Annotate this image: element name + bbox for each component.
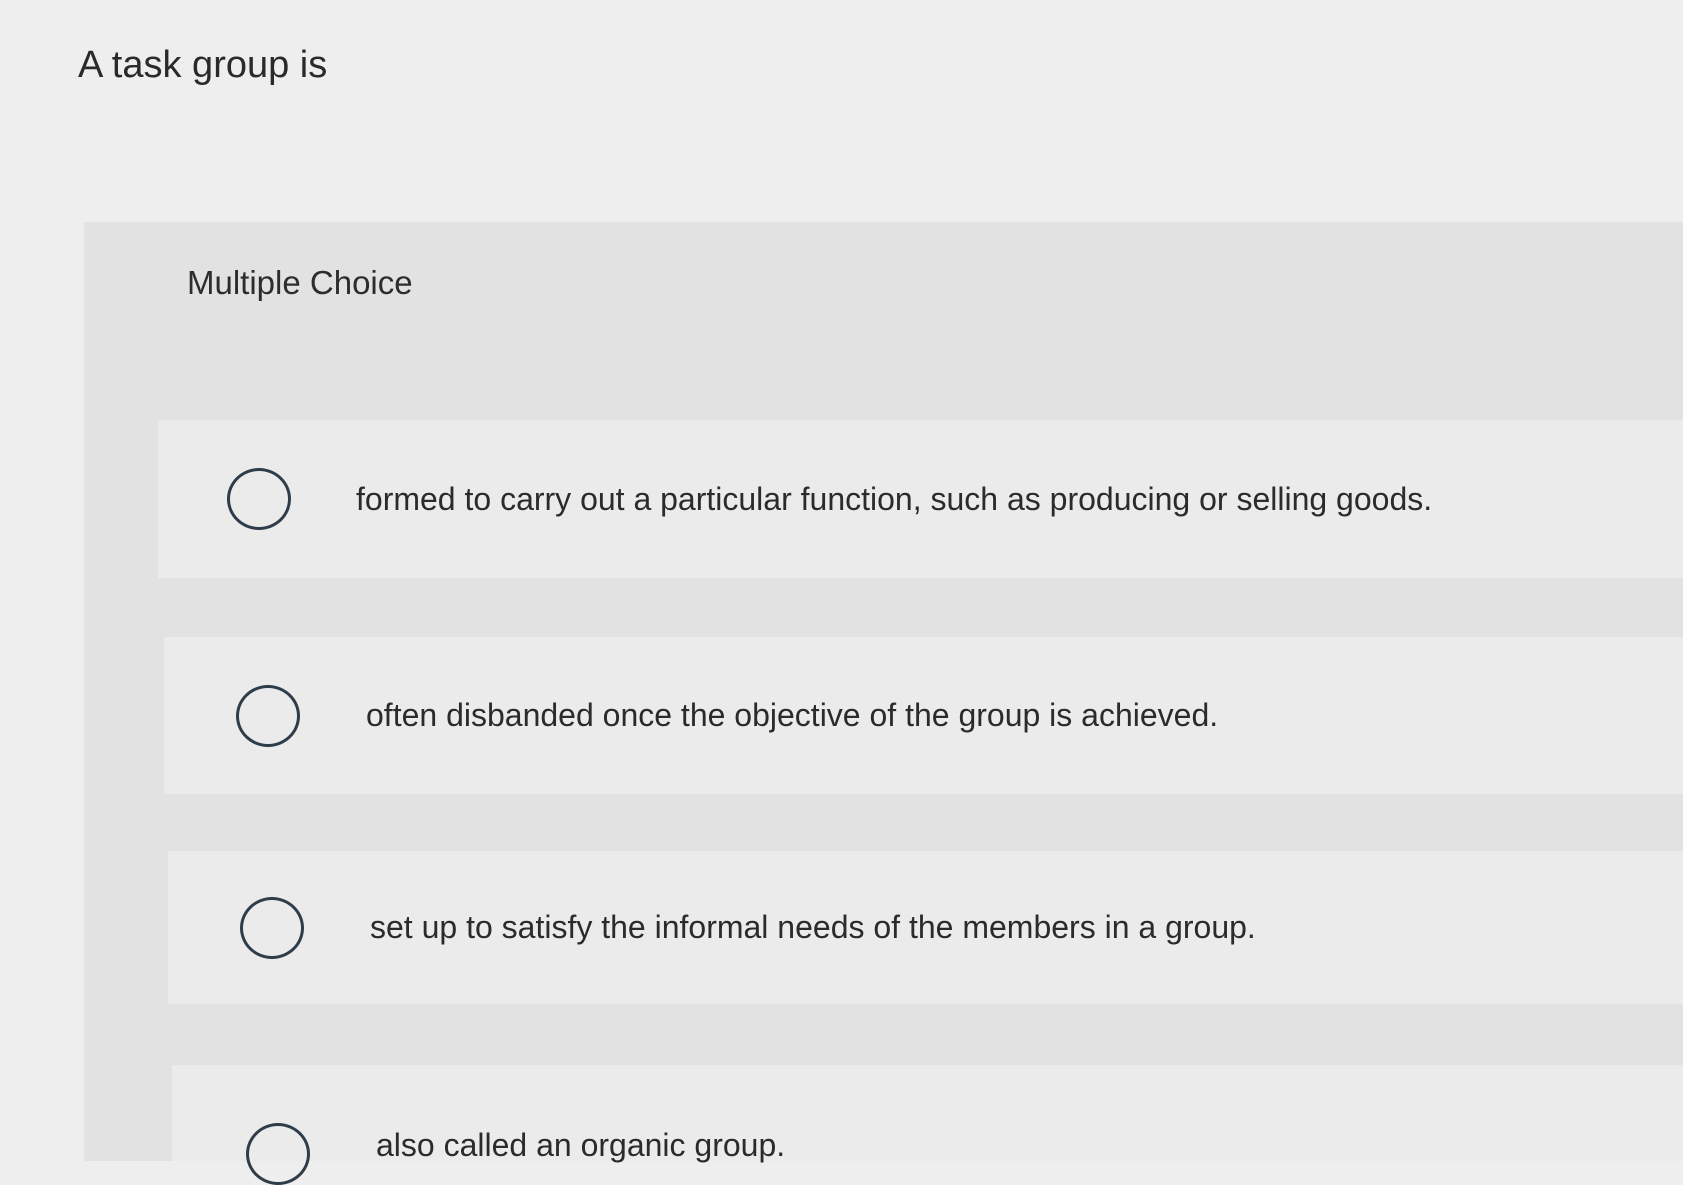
answer-option-label: set up to satisfy the informal needs of …: [370, 909, 1256, 945]
radio-button-icon[interactable]: [227, 468, 291, 530]
radio-button-icon[interactable]: [236, 684, 300, 747]
answer-option[interactable]: set up to satisfy the informal needs of …: [168, 851, 1683, 1004]
answer-option-label: often disbanded once the objective of th…: [366, 697, 1219, 733]
answer-option[interactable]: formed to carry out a particular functio…: [158, 420, 1683, 578]
answer-options: formed to carry out a particular functio…: [84, 222, 1683, 1185]
question-prompt: A task group is: [78, 44, 328, 86]
answer-option-label: formed to carry out a particular functio…: [356, 480, 1433, 517]
radio-button-icon[interactable]: [240, 896, 304, 959]
radio-button-icon[interactable]: [246, 1123, 310, 1185]
multiple-choice-panel: Multiple Choice formed to carry out a pa…: [84, 222, 1683, 1185]
answer-option-label: also called an organic group.: [376, 1127, 786, 1163]
answer-option[interactable]: also called an organic group.: [172, 1065, 1683, 1185]
answer-option[interactable]: often disbanded once the objective of th…: [164, 637, 1683, 794]
